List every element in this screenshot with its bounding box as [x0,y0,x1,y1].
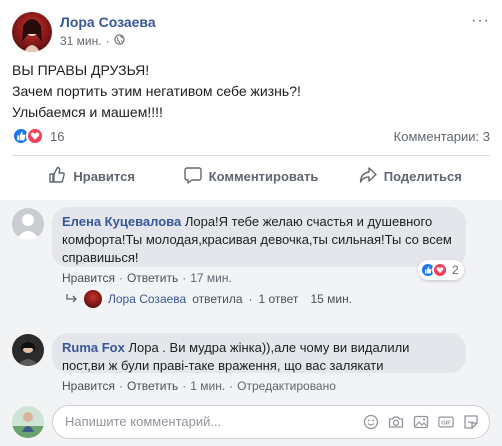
current-user-avatar [12,406,44,438]
more-options-icon[interactable]: ··· [471,12,490,30]
comment-reactions[interactable]: 2 [418,260,464,280]
reply-count: 1 ответ [258,292,299,306]
comments-section: Елена Куцевалова Лора!Я тебе желаю счаст… [0,200,502,446]
composer-tools: GIF [363,414,479,430]
like-label: Нравится [73,168,135,184]
share-button[interactable]: Поделиться [331,158,490,194]
like-button[interactable]: Нравится [12,158,171,194]
post-actions: Нравится Комментировать Поделиться [12,158,490,194]
camera-icon[interactable] [388,414,404,430]
post-text-line: ВЫ ПРАВЫ ДРУЗЬЯ! [12,62,150,78]
divider [12,155,490,156]
post-text: ВЫ ПРАВЫ ДРУЗЬЯ! Зачем портить этим нега… [12,60,490,123]
commenter-avatar[interactable] [12,208,44,240]
photo-icon[interactable] [413,414,429,430]
comment-bubble: Ruma Fox Лора . Ви мудра жінка)),але чом… [52,333,466,373]
gif-icon[interactable]: GIF [438,414,454,430]
comment-actions: Нравится · Ответить · 1 мин. · Отредакти… [62,379,336,393]
post-header: Лора Созаева 31 мин. · ··· [12,12,490,52]
post-text-line: Зачем портить этим негативом себе жизнь?… [12,83,301,99]
comment-time[interactable]: 1 мин. [190,379,225,393]
reactions-count[interactable]: 16 [50,129,64,144]
svg-text:GIF: GIF [441,421,451,427]
reply-arrow-icon [66,292,78,306]
comment-like-link[interactable]: Нравится [62,379,115,393]
comment-composer: GIF [12,405,490,439]
commenter-name[interactable]: Ruma Fox [62,340,125,355]
comment-button[interactable]: Комментировать [171,158,330,194]
comment-reactions-count: 2 [452,263,459,277]
commenter-avatar[interactable] [12,334,44,366]
comment-actions: Нравится · Ответить · 17 мин. [62,271,232,285]
author-name[interactable]: Лора Созаева [60,14,156,30]
reply-author-name: Лора Созаева [108,292,187,306]
globe-icon[interactable] [113,34,125,48]
author-avatar[interactable] [12,12,52,52]
comment-time[interactable]: 17 мин. [190,271,232,285]
reply-author-avatar [84,290,102,308]
love-reaction-icon[interactable] [26,127,44,145]
comment-reply-link[interactable]: Ответить [127,271,178,285]
comment-bubble: Елена Куцевалова Лора!Я тебе желаю счаст… [52,207,466,267]
thumbs-up-icon [48,166,66,187]
comment-like-link[interactable]: Нравится [62,271,115,285]
reply-action-text: ответила [192,292,243,306]
comment-bubble-icon [183,166,202,187]
comment-reply-link[interactable]: Ответить [127,379,178,393]
sticker-icon[interactable] [463,414,479,430]
post-meta: 31 мин. · [60,34,125,48]
comments-count[interactable]: Комментарии: 3 [394,129,490,144]
commenter-name[interactable]: Елена Куцевалова [62,214,181,229]
post-time[interactable]: 31 мин. [60,34,102,48]
comment-input[interactable] [65,414,265,429]
comment-input-box[interactable]: GIF [52,405,490,439]
comment-label: Комментировать [208,168,319,184]
love-reaction-icon [432,262,448,278]
share-label: Поделиться [383,168,462,184]
edited-label: Отредактировано [237,379,336,393]
share-arrow-icon [359,166,377,187]
reactions-summary: 16 Комментарии: 3 [12,125,490,147]
post-text-line: Улыбаемся и машем!!!! [12,104,163,120]
replies-link[interactable]: Лора Созаева ответила · 1 ответ 15 мин. [66,290,352,308]
reply-time: 15 мин. [310,292,353,306]
smile-icon[interactable] [363,414,379,430]
